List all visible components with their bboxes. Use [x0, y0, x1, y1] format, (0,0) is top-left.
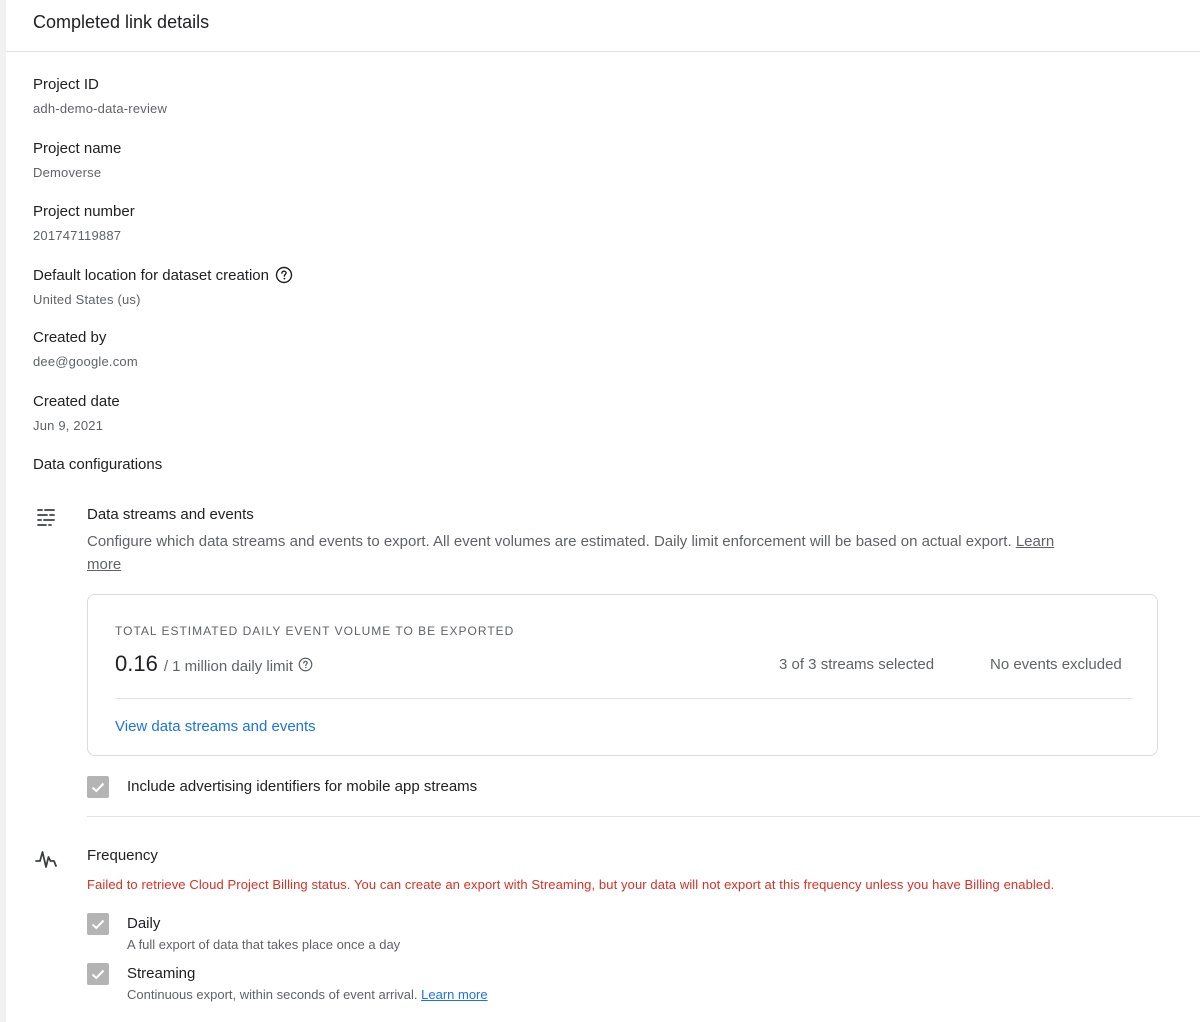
- volume-limit: / 1 million daily limit: [163, 658, 294, 675]
- field-project-number: Project number 201747119887: [33, 203, 135, 243]
- field-value: Demoverse: [33, 165, 102, 180]
- field-label: Project name: [33, 140, 122, 157]
- checkmark-icon: [91, 782, 105, 793]
- daily-label: Daily: [127, 915, 161, 932]
- field-value: adh-demo-data-review: [33, 101, 168, 116]
- ad-identifiers-checkbox[interactable]: [87, 776, 109, 798]
- streaming-label: Streaming: [127, 965, 196, 982]
- events-excluded: No events excluded: [990, 656, 1122, 673]
- ad-identifiers-label: Include advertising identifiers for mobi…: [127, 778, 478, 795]
- streaming-learn-more-link[interactable]: Learn more: [421, 987, 487, 1002]
- section-divider: [87, 816, 1200, 817]
- event-volume-card: TOTAL ESTIMATED DAILY EVENT VOLUME TO BE…: [87, 594, 1158, 756]
- field-project-name: Project name Demoverse: [33, 140, 121, 180]
- streaming-checkbox[interactable]: [87, 963, 109, 985]
- field-created-by: Created by dee@google.com: [33, 329, 138, 369]
- panel-header: Completed link details: [6, 0, 1200, 52]
- volume-heading: TOTAL ESTIMATED DAILY EVENT VOLUME TO BE…: [115, 624, 515, 638]
- streaming-description-text: Continuous export, within seconds of eve…: [127, 987, 418, 1002]
- link-details-panel: Completed link details Project ID adh-de…: [6, 0, 1200, 1022]
- field-created-date: Created date Jun 9, 2021: [33, 393, 120, 433]
- help-circle-icon[interactable]: [275, 266, 293, 284]
- frequency-title: Frequency: [87, 847, 158, 864]
- field-value: Jun 9, 2021: [33, 418, 104, 433]
- billing-error-message: Failed to retrieve Cloud Project Billing…: [87, 877, 1055, 892]
- checkmark-icon: [91, 969, 105, 980]
- data-configurations-heading: Data configurations: [33, 456, 163, 473]
- field-label: Default location for dataset creation: [33, 266, 269, 284]
- field-label: Created date: [33, 393, 120, 410]
- data-streams-description: Configure which data streams and events …: [87, 530, 1067, 576]
- field-value: 201747119887: [33, 228, 122, 243]
- daily-description: A full export of data that takes place o…: [127, 937, 401, 952]
- checkmark-icon: [91, 919, 105, 930]
- field-label: Project ID: [33, 76, 99, 93]
- field-label: Project number: [33, 203, 135, 220]
- data-streams-icon: [34, 506, 58, 530]
- help-circle-icon[interactable]: [298, 657, 313, 672]
- page-title: Completed link details: [33, 12, 210, 32]
- field-value: United States (us): [33, 292, 141, 307]
- description-text: Configure which data streams and events …: [87, 533, 1012, 550]
- frequency-pulse-icon: [34, 847, 58, 871]
- streams-selected: 3 of 3 streams selected: [779, 656, 935, 673]
- streaming-description: Continuous export, within seconds of eve…: [127, 987, 488, 1002]
- volume-value: 0.16: [115, 651, 158, 676]
- field-label: Created by: [33, 329, 107, 346]
- field-value: dee@google.com: [33, 354, 138, 369]
- field-default-location: Default location for dataset creation Un…: [33, 266, 293, 307]
- daily-checkbox[interactable]: [87, 913, 109, 935]
- view-data-streams-link[interactable]: View data streams and events: [115, 718, 316, 735]
- data-streams-title: Data streams and events: [87, 506, 254, 523]
- card-divider: [115, 698, 1133, 699]
- field-project-id: Project ID adh-demo-data-review: [33, 76, 167, 116]
